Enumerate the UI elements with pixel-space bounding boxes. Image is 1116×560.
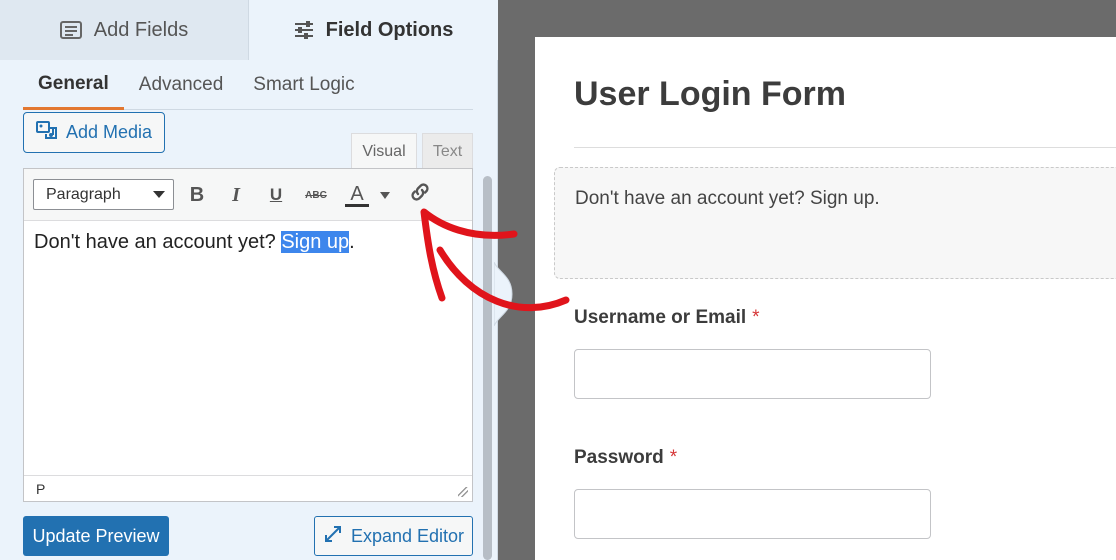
username-label-text: Username or Email xyxy=(574,307,747,328)
tab-smart-logic[interactable]: Smart Logic xyxy=(238,60,369,110)
expand-editor-label: Expand Editor xyxy=(350,525,465,546)
element-path[interactable]: P xyxy=(36,481,45,497)
add-media-label: Add Media xyxy=(65,122,153,142)
tab-add-fields-label: Add Fields xyxy=(93,18,189,41)
title-divider xyxy=(574,147,1116,148)
username-field-label: Username or Email * xyxy=(574,307,760,329)
text-color-swatch xyxy=(345,204,369,207)
rich-text-editor: Paragraph B I U ABC A Don't have an acco… xyxy=(23,168,473,502)
media-icon xyxy=(35,120,58,145)
panel-scrollbar[interactable] xyxy=(483,176,492,560)
text-color-dropdown-icon[interactable] xyxy=(380,192,390,199)
sliders-icon xyxy=(294,21,314,39)
field-options-panel: Add Fields Field Options General Advance… xyxy=(0,0,498,560)
editor-tab-visual[interactable]: Visual xyxy=(351,133,417,169)
required-marker: * xyxy=(669,447,678,468)
editor-text: Don't have an account yet? xyxy=(34,231,282,253)
tab-advanced[interactable]: Advanced xyxy=(124,60,239,110)
editor-text-end: . xyxy=(349,231,355,253)
italic-button[interactable]: I xyxy=(222,181,250,209)
link-icon xyxy=(408,180,432,210)
chevron-down-icon xyxy=(153,191,165,198)
content-field-text: Don't have an account yet? Sign up. xyxy=(575,188,880,209)
selected-link-text: Sign up xyxy=(281,231,350,253)
insert-link-button[interactable] xyxy=(406,181,434,209)
tab-add-fields[interactable]: Add Fields xyxy=(0,0,249,60)
options-sub-tabs: General Advanced Smart Logic xyxy=(23,60,473,110)
editor-status-bar: P xyxy=(24,475,472,501)
underline-button[interactable]: U xyxy=(262,181,290,209)
paragraph-format-select[interactable]: Paragraph xyxy=(33,179,174,210)
panel-collapse-notch[interactable] xyxy=(494,262,518,326)
password-input[interactable] xyxy=(574,489,931,539)
panel-tabs: Add Fields Field Options xyxy=(0,0,498,60)
required-marker: * xyxy=(752,307,760,328)
format-select-value: Paragraph xyxy=(46,185,121,203)
tab-field-options-label: Field Options xyxy=(325,18,454,41)
tab-general[interactable]: General xyxy=(23,60,124,110)
expand-icon xyxy=(323,524,343,549)
tab-field-options[interactable]: Field Options xyxy=(249,0,498,60)
form-preview: User Login Form Don't have an account ye… xyxy=(535,37,1116,560)
bold-button[interactable]: B xyxy=(183,181,211,209)
update-preview-button[interactable]: Update Preview xyxy=(23,516,169,556)
expand-editor-button[interactable]: Expand Editor xyxy=(314,516,473,556)
editor-toolbar: Paragraph B I U ABC A xyxy=(24,169,472,221)
password-field-label: Password * xyxy=(574,447,677,469)
username-input[interactable] xyxy=(574,349,931,399)
list-icon xyxy=(59,21,82,39)
text-color-letter: A xyxy=(350,183,364,205)
password-label-text: Password xyxy=(574,447,664,468)
editor-tab-text[interactable]: Text xyxy=(422,133,473,169)
add-media-button[interactable]: Add Media xyxy=(23,112,165,153)
strikethrough-button[interactable]: ABC xyxy=(302,181,330,209)
content-field-preview[interactable]: Don't have an account yet? Sign up. xyxy=(554,167,1116,279)
editor-content[interactable]: Don't have an account yet? Sign up. xyxy=(34,231,355,254)
form-title: User Login Form xyxy=(574,75,847,113)
resize-handle-icon[interactable] xyxy=(458,487,468,497)
text-color-button[interactable]: A xyxy=(342,181,372,209)
